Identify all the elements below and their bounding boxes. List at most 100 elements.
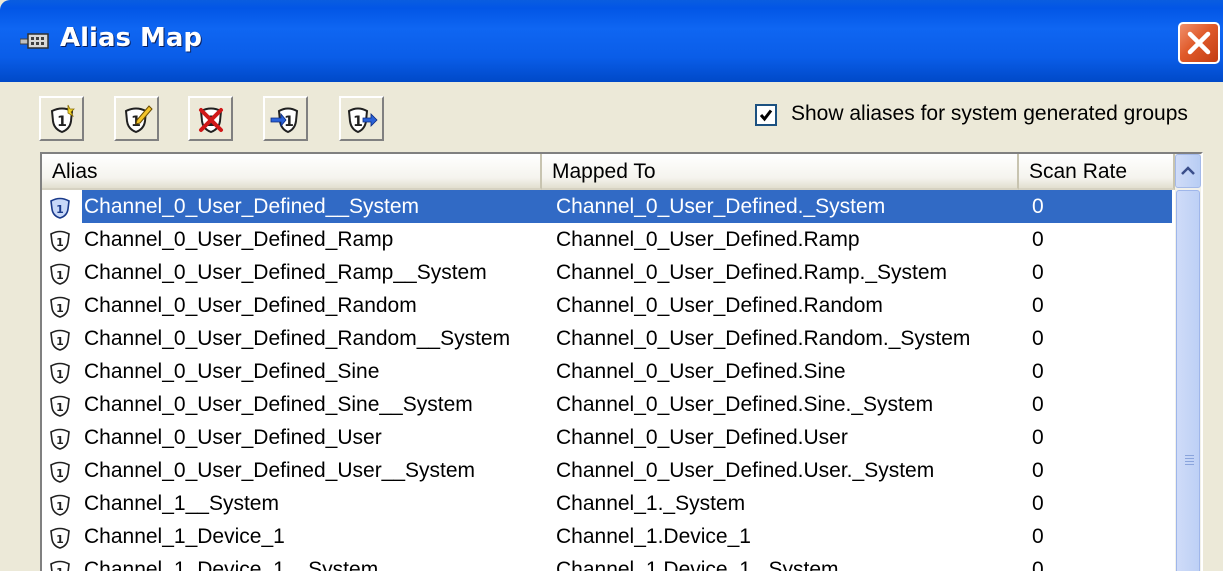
column-header-mapped-to[interactable]: Mapped To	[542, 154, 1019, 190]
scan-rate-cell: 0	[1032, 228, 1044, 251]
svg-text:1: 1	[56, 368, 64, 381]
table-row[interactable]: 1 Channel_1__System Channel_1._System 0	[42, 487, 1175, 520]
scan-rate-cell: 0	[1032, 294, 1044, 317]
table-row[interactable]: 1 Channel_0_User_Defined_Sine__System Chan…	[42, 388, 1175, 421]
mapped-to-cell: Channel_0_User_Defined.Random._System	[556, 327, 971, 350]
scroll-grip	[1185, 461, 1194, 462]
mapped-to-cell: Channel_1._System	[556, 492, 746, 515]
close-button[interactable]	[1178, 22, 1220, 64]
svg-text:1: 1	[56, 302, 64, 315]
scroll-up-button[interactable]	[1175, 154, 1201, 188]
svg-text:1: 1	[56, 203, 64, 216]
export-alias-icon: 1	[347, 107, 378, 134]
table-row[interactable]: 1 Channel_0_User_Defined__System Channel_0…	[42, 190, 1175, 223]
table-row[interactable]: 1 Channel_0_User_Defined_Ramp__System Chan…	[42, 256, 1175, 289]
table-row[interactable]: 1 Channel_1_Device_1__System Channel_1.Dev…	[42, 553, 1175, 571]
alias-cell: 1 Channel_0_User_Defined_Ramp	[48, 223, 538, 256]
alias-name: Channel_0_User_Defined_Ramp__System	[84, 261, 487, 284]
chevron-up-icon	[1181, 166, 1195, 175]
column-header-alias[interactable]: Alias	[42, 154, 542, 190]
table-row[interactable]: 1 Channel_0_User_Defined_Random__System Ch…	[42, 322, 1175, 355]
mapped-to-cell: Channel_0_User_Defined.Random	[556, 294, 883, 317]
svg-text:1: 1	[56, 467, 64, 480]
show-system-aliases-label: Show aliases for system generated groups	[791, 102, 1188, 125]
alias-cell: 1 Channel_1_Device_1__System	[48, 553, 538, 571]
scan-rate-cell: 0	[1032, 525, 1044, 548]
new-alias-button[interactable]: 1	[39, 96, 84, 141]
alias-name: Channel_0_User_Defined_Sine	[84, 360, 380, 383]
scroll-grip	[1185, 455, 1194, 456]
svg-text:1: 1	[56, 533, 64, 546]
svg-text:1: 1	[56, 236, 64, 249]
alias-list-view[interactable]: Alias Mapped To Scan Rate 1 Channel_0_Use…	[40, 152, 1203, 571]
table-row[interactable]: 1 Channel_0_User_Defined_Random Channel_0_…	[42, 289, 1175, 322]
mapped-to-cell: Channel_1.Device_1._System	[556, 558, 839, 571]
alias-icon: 1	[50, 395, 70, 417]
table-row[interactable]: 1 Channel_1_Device_1 Channel_1.Device_1 0	[42, 520, 1175, 553]
alias-icon: 1	[50, 494, 70, 516]
alias-icon: 1	[50, 263, 70, 285]
svg-text:1: 1	[284, 114, 294, 130]
vertical-scrollbar[interactable]	[1175, 154, 1201, 571]
scroll-grip	[1185, 464, 1194, 465]
scan-rate-cell: 0	[1032, 393, 1044, 416]
table-row[interactable]: 1 Channel_0_User_Defined_Sine Channel_0_Us…	[42, 355, 1175, 388]
alias-icon: 1	[50, 428, 70, 450]
svg-text:1: 1	[56, 434, 64, 447]
alias-icon: 1	[50, 329, 70, 351]
alias-name: Channel_0_User_Defined_Random	[84, 294, 417, 317]
alias-cell: 1 Channel_1__System	[48, 487, 538, 520]
alias-icon: 1	[50, 362, 70, 384]
list-header: Alias Mapped To Scan Rate	[42, 154, 1175, 190]
column-header-scan-rate[interactable]: Scan Rate	[1019, 154, 1175, 190]
scan-rate-cell: 0	[1032, 492, 1044, 515]
mapped-to-cell: Channel_0_User_Defined.Ramp._System	[556, 261, 948, 284]
alias-icon: 1	[50, 527, 70, 549]
svg-text:1: 1	[56, 269, 64, 282]
alias-name: Channel_0_User_Defined_Ramp	[84, 228, 394, 251]
table-row[interactable]: 1 Channel_0_User_Defined_User__System Chan…	[42, 454, 1175, 487]
mapped-to-cell: Channel_0_User_Defined.Ramp	[556, 228, 860, 251]
export-alias-button[interactable]: 1	[339, 96, 384, 141]
scan-rate-cell: 0	[1032, 327, 1044, 350]
scan-rate-cell: 0	[1032, 459, 1044, 482]
alias-icon: 1	[50, 230, 70, 252]
alias-name: Channel_0_User_Defined__System	[84, 195, 420, 218]
edit-alias-icon: 1	[124, 105, 153, 134]
title-bar[interactable]: Alias Map	[0, 0, 1223, 82]
new-alias-icon: 1	[50, 104, 75, 134]
alias-cell: 1 Channel_0_User_Defined_Random	[48, 289, 538, 322]
mapped-to-cell: Channel_0_User_Defined.User._System	[556, 459, 935, 482]
delete-alias-button[interactable]: 1	[188, 96, 233, 141]
svg-text:1: 1	[56, 500, 64, 513]
import-alias-button[interactable]: 1	[263, 96, 308, 141]
mapped-to-cell: Channel_0_User_Defined.User	[556, 426, 848, 449]
scan-rate-cell: 0	[1032, 426, 1044, 449]
alias-icon: 1	[50, 461, 70, 483]
alias-icon: 1	[50, 296, 70, 318]
alias-cell: 1 Channel_0_User_Defined__System	[48, 190, 538, 223]
alias-icon: 1	[50, 560, 70, 571]
scan-rate-cell: 0	[1032, 558, 1044, 571]
svg-text:1: 1	[56, 335, 64, 348]
table-row[interactable]: 1 Channel_0_User_Defined_User Channel_0_Us…	[42, 421, 1175, 454]
alias-cell: 1 Channel_0_User_Defined_Random__System	[48, 322, 538, 355]
alias-name: Channel_1_Device_1	[84, 525, 285, 548]
alias-cell: 1 Channel_0_User_Defined_Sine__System	[48, 388, 538, 421]
alias-name: Channel_0_User_Defined_User__System	[84, 459, 476, 482]
scroll-thumb[interactable]	[1176, 190, 1200, 571]
alias-icon: 1	[50, 197, 70, 219]
alias-name: Channel_1__System	[84, 492, 279, 515]
alias-cell: 1 Channel_1_Device_1	[48, 520, 538, 553]
alias-cell: 1 Channel_0_User_Defined_Ramp__System	[48, 256, 538, 289]
alias-name: Channel_0_User_Defined_Random__System	[84, 327, 511, 350]
alias-cell: 1 Channel_0_User_Defined_Sine	[48, 355, 538, 388]
svg-text:1: 1	[57, 114, 67, 130]
mapped-to-cell: Channel_1.Device_1	[556, 525, 751, 548]
alias-cell: 1 Channel_0_User_Defined_User__System	[48, 454, 538, 487]
edit-alias-button[interactable]: 1	[114, 96, 159, 141]
table-row[interactable]: 1 Channel_0_User_Defined_Ramp Channel_0_Us…	[42, 223, 1175, 256]
close-x-icon	[1187, 31, 1211, 55]
show-system-aliases-checkbox[interactable]	[755, 104, 777, 126]
alias-cell: 1 Channel_0_User_Defined_User	[48, 421, 538, 454]
